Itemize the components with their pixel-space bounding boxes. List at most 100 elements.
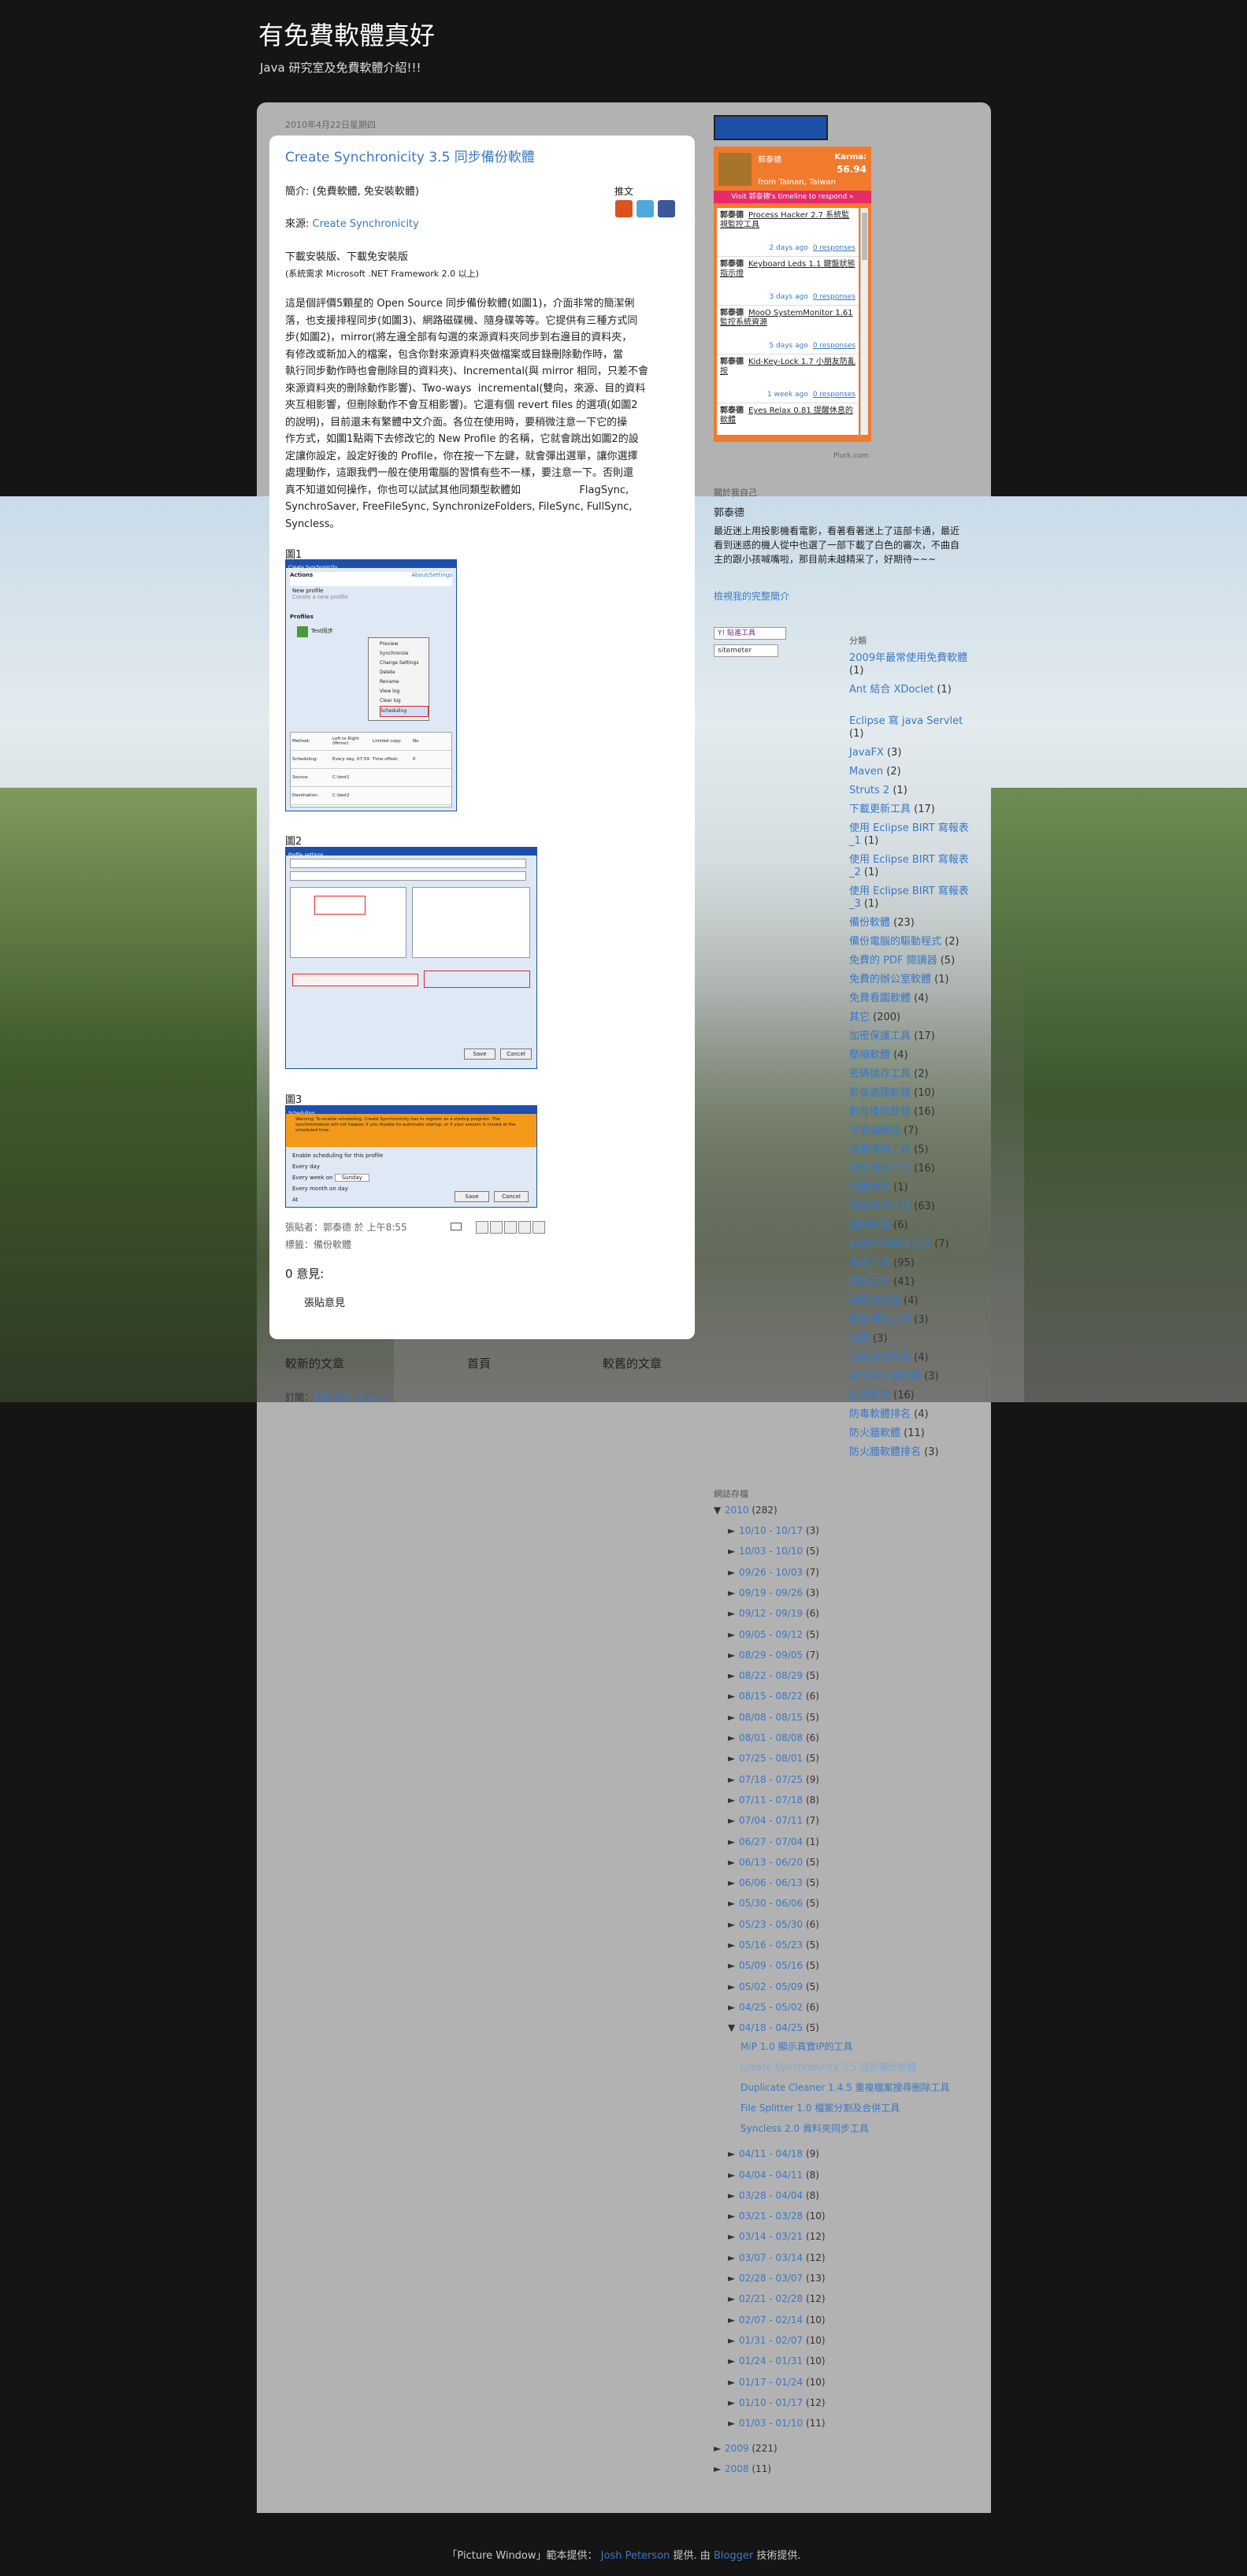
fig3-every-month[interactable]: Every month on day — [292, 1183, 383, 1194]
fig2-cancel-button[interactable]: Cancel — [500, 1049, 532, 1060]
archive-week-link[interactable]: 07/11 - 07/18 — [739, 1795, 803, 1806]
expand-toggle-icon[interactable]: ► — [728, 1712, 739, 1723]
archive-post-link[interactable]: File Splitter 1.0 檔案分割及合併工具 — [740, 2103, 969, 2114]
about-name[interactable]: 郭泰德 — [714, 504, 744, 519]
label-link[interactable]: 檔案總管 — [849, 1182, 890, 1193]
fig1-menu-item[interactable]: Clear log — [380, 696, 429, 706]
archive-week-link[interactable]: 05/02 - 05/09 — [739, 1981, 803, 1992]
facebook-share-icon[interactable] — [658, 200, 675, 217]
fig1-profile-name[interactable]: Test同步 — [311, 627, 333, 635]
download-links[interactable]: 下載安裝版、下載免安裝版 — [285, 249, 408, 265]
expand-toggle-icon[interactable]: ► — [728, 1981, 739, 1992]
plurk-share-icon[interactable] — [615, 200, 633, 217]
expand-toggle-icon[interactable]: ► — [728, 2273, 739, 2284]
label-link[interactable]: 系統工具 — [849, 1257, 890, 1269]
home-link[interactable]: 首頁 — [467, 1356, 491, 1372]
expand-toggle-icon[interactable]: ► — [728, 1567, 739, 1578]
label-link[interactable]: 免費的 PDF 閱讀器 — [849, 955, 937, 967]
expand-toggle-icon[interactable]: ► — [714, 2463, 725, 2474]
archive-week-link[interactable]: 10/10 - 10/17 — [739, 1525, 803, 1536]
label-link[interactable]: 燒錄軟體 — [849, 1219, 890, 1231]
expand-toggle-icon[interactable]: ► — [728, 1629, 739, 1640]
plurk-entry-user[interactable]: 郭泰德 — [720, 260, 744, 269]
plurk-entry[interactable]: 郭泰德 MooO SystemMonitor 1.61 監控系統資源 5 days … — [717, 306, 859, 354]
label-link[interactable]: 網路瀏覽器 — [849, 1295, 900, 1307]
expand-toggle-icon[interactable]: ► — [728, 2355, 739, 2366]
expand-toggle-icon[interactable]: ► — [728, 1898, 739, 1909]
fig1-menu-item[interactable]: Scheduling — [380, 706, 429, 717]
label-link[interactable]: 加密保護工具 — [849, 1030, 911, 1042]
twitter-icon[interactable] — [504, 1221, 517, 1234]
archive-year-link[interactable]: 2009 — [725, 2443, 749, 2454]
blog-title[interactable]: 有免費軟體真好 — [258, 16, 435, 52]
fig2-right-tree[interactable] — [412, 887, 530, 958]
archive-week-link[interactable]: 09/19 - 09/26 — [739, 1587, 803, 1598]
post-title[interactable]: Create Synchronicity 3.5 同步備份軟體 — [285, 150, 535, 166]
label-link[interactable]: Maven — [849, 766, 883, 778]
label-link[interactable]: 文書編輯器 — [849, 1125, 900, 1137]
label-link[interactable]: 2009年最常使用免費軟體 — [849, 652, 967, 664]
fig2-from-field[interactable] — [290, 859, 526, 868]
label-link[interactable]: 遊戲 — [849, 1333, 870, 1345]
plurk-entry-user[interactable]: 郭泰德 — [720, 406, 744, 415]
archive-week-link[interactable]: 01/24 - 01/31 — [739, 2355, 803, 2366]
archive-week-link[interactable]: 04/25 - 05/02 — [739, 2002, 803, 2013]
collapse-toggle-icon[interactable]: ▼ — [714, 1505, 725, 1516]
label-link[interactable]: 免費的辦公室軟體 — [849, 974, 931, 985]
expand-toggle-icon[interactable]: ► — [728, 2170, 739, 2181]
archive-week-link[interactable]: 08/22 - 08/29 — [739, 1670, 803, 1681]
label-link[interactable]: 檔案搜尋工具 — [849, 1163, 911, 1175]
template-author-link[interactable]: Josh Peterson — [601, 2550, 670, 2562]
fig3-cancel-button[interactable]: Cancel — [494, 1191, 529, 1202]
expand-toggle-icon[interactable]: ► — [728, 1857, 739, 1868]
fig1-menu-item[interactable]: Delete — [380, 668, 429, 677]
blogger-link[interactable]: Blogger — [714, 2550, 753, 2562]
fig1-menu-item[interactable]: Preview — [380, 640, 429, 649]
plurk-entry-responses[interactable]: 0 responses — [813, 293, 855, 301]
expand-toggle-icon[interactable]: ► — [728, 1546, 739, 1557]
expand-toggle-icon[interactable]: ► — [728, 1753, 739, 1764]
archive-week-link[interactable]: 02/07 - 02/14 — [739, 2314, 803, 2325]
archive-post-link[interactable]: Syncless 2.0 資料夾同步工具 — [740, 2123, 969, 2135]
fig1-menu-item[interactable]: Rename — [380, 677, 429, 687]
label-link[interactable]: 遠端遙控軟體 — [849, 1352, 911, 1364]
archive-week-link[interactable]: 04/04 - 04/11 — [739, 2170, 803, 2181]
archive-week-link[interactable]: 07/04 - 07/11 — [739, 1815, 803, 1826]
archive-week-link[interactable]: 07/18 - 07/25 — [739, 1774, 803, 1785]
fig1-settings-link[interactable]: About/Settings — [411, 572, 452, 578]
label-link[interactable]: 影像處理軟體 — [849, 1087, 911, 1099]
expand-toggle-icon[interactable]: ► — [728, 1774, 739, 1785]
expand-toggle-icon[interactable]: ► — [728, 1525, 739, 1536]
archive-week-link[interactable]: 06/27 - 07/04 — [739, 1836, 803, 1847]
label-link[interactable]: 備份軟體 — [849, 917, 890, 929]
yahoo-badge[interactable]: Y! 貼進工具 — [714, 627, 786, 640]
archive-week-link[interactable]: 08/29 - 09/05 — [739, 1650, 803, 1661]
expand-toggle-icon[interactable]: ► — [728, 1587, 739, 1598]
archive-week-link[interactable]: 06/13 - 06/20 — [739, 1857, 803, 1868]
email-this-icon[interactable] — [490, 1221, 503, 1234]
figure-3-screenshot[interactable]: Scheduling Warning: To enable scheduling… — [285, 1105, 537, 1208]
label-link[interactable]: 壓縮軟體 — [849, 1049, 890, 1061]
label-link[interactable]: 免費看圖軟體 — [849, 993, 911, 1004]
expand-toggle-icon[interactable]: ► — [728, 2210, 739, 2222]
label-link[interactable]: 網路工具 — [849, 1276, 890, 1288]
label-link[interactable]: 郵件客戶端軟體 — [849, 1371, 921, 1383]
label-link[interactable]: 防毒軟體 — [849, 1390, 890, 1401]
archive-week-link[interactable]: 05/09 - 05/16 — [739, 1960, 803, 1971]
plurk-entry-responses[interactable]: 0 responses — [813, 244, 855, 252]
label-link[interactable]: Ant 結合 XDoclet — [849, 684, 933, 696]
archive-week-link[interactable]: 05/16 - 05/23 — [739, 1939, 803, 1951]
archive-week-link[interactable]: 04/11 - 04/18 — [739, 2148, 803, 2159]
blog-this-icon[interactable] — [476, 1221, 488, 1234]
expand-toggle-icon[interactable]: ► — [728, 1691, 739, 1702]
label-link[interactable]: 防毒軟體排名 — [849, 1409, 911, 1420]
fig3-every-day[interactable]: Every day — [292, 1161, 383, 1172]
archive-week-link[interactable]: 08/15 - 08/22 — [739, 1691, 803, 1702]
expand-toggle-icon[interactable]: ► — [728, 2148, 739, 2159]
post-comment-link[interactable]: 張貼意見 — [304, 1295, 345, 1312]
archive-week-link[interactable]: 08/01 - 08/08 — [739, 1732, 803, 1743]
archive-week-link[interactable]: 03/21 - 03/28 — [739, 2210, 803, 2222]
fig3-save-button[interactable]: Save — [455, 1191, 489, 1202]
archive-post-link[interactable]: MiP 1.0 顯示真實IP的工具 — [740, 2041, 969, 2053]
expand-toggle-icon[interactable]: ► — [728, 1795, 739, 1806]
